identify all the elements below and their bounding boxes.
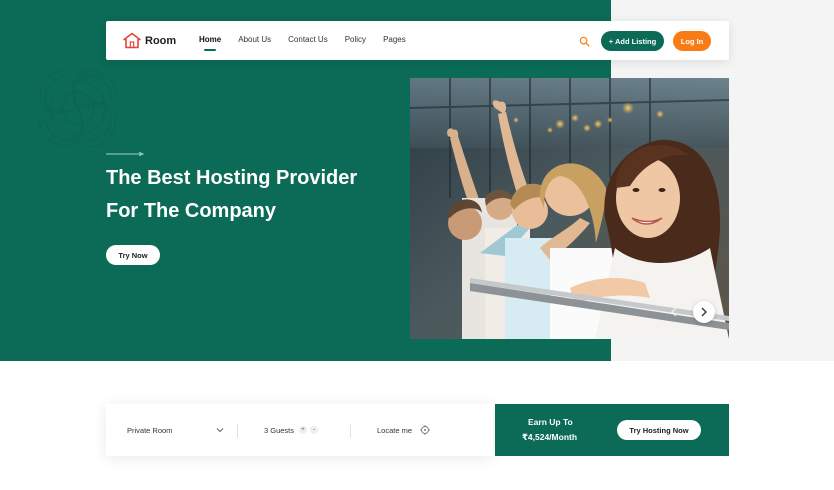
nav-item-home[interactable]: Home — [199, 35, 221, 51]
hero-title-line-1: The Best Hosting Provider — [106, 167, 358, 189]
nav-item-contact-us[interactable]: Contact Us — [288, 35, 328, 44]
field-divider — [350, 424, 351, 438]
room-type-value: Private Room — [127, 425, 173, 435]
brand-name: Room — [145, 34, 177, 47]
plus-icon[interactable]: + — [299, 426, 308, 434]
house-icon — [123, 32, 141, 49]
hero-title: The Best Hosting Provider For The Compan… — [106, 162, 396, 228]
search-icon[interactable] — [579, 36, 590, 47]
try-now-button[interactable]: Try Now — [106, 245, 160, 265]
guests-field: 3 Guests + - — [264, 404, 319, 456]
locate-me-label: Locate me — [377, 425, 413, 435]
chevron-left-icon[interactable] — [668, 306, 680, 318]
nav-item-about-us[interactable]: About Us — [238, 35, 271, 44]
hero-photo — [410, 78, 729, 339]
top-navbar: Room Home About Us Contact Us Policy Pag… — [106, 21, 729, 60]
hero-title-line-2: For The Company — [106, 200, 277, 222]
chevron-right-icon — [701, 307, 707, 317]
login-button[interactable]: Log In — [673, 31, 711, 51]
earn-label: Earn Up To — [528, 417, 573, 427]
crosshair-icon — [420, 425, 431, 435]
brand-logo[interactable]: Room — [122, 32, 176, 49]
decorative-swirl-icon — [38, 68, 118, 148]
booking-search-bar: Private Room 3 Guests + - Locate me — [106, 404, 493, 456]
earn-amount: ₹4,524/Month — [522, 432, 578, 442]
chevron-down-icon — [217, 428, 224, 433]
minus-icon[interactable]: - — [310, 426, 319, 434]
field-divider — [237, 424, 238, 438]
add-listing-button[interactable]: + Add Listing — [601, 31, 664, 51]
main-nav: Home About Us Contact Us Policy Pages — [199, 35, 423, 51]
locate-me-field[interactable]: Locate me — [377, 404, 431, 456]
room-type-select[interactable]: Private Room — [127, 404, 224, 456]
nav-item-policy[interactable]: Policy — [345, 35, 366, 44]
arrow-line-icon — [106, 152, 144, 156]
carousel-next-button[interactable] — [693, 301, 715, 323]
nav-item-pages[interactable]: Pages — [383, 35, 406, 44]
guests-value: 3 Guests — [264, 425, 295, 435]
earn-promo-box: Earn Up To ₹4,524/Month Try Hosting Now — [495, 404, 729, 456]
try-hosting-now-button[interactable]: Try Hosting Now — [617, 420, 701, 440]
